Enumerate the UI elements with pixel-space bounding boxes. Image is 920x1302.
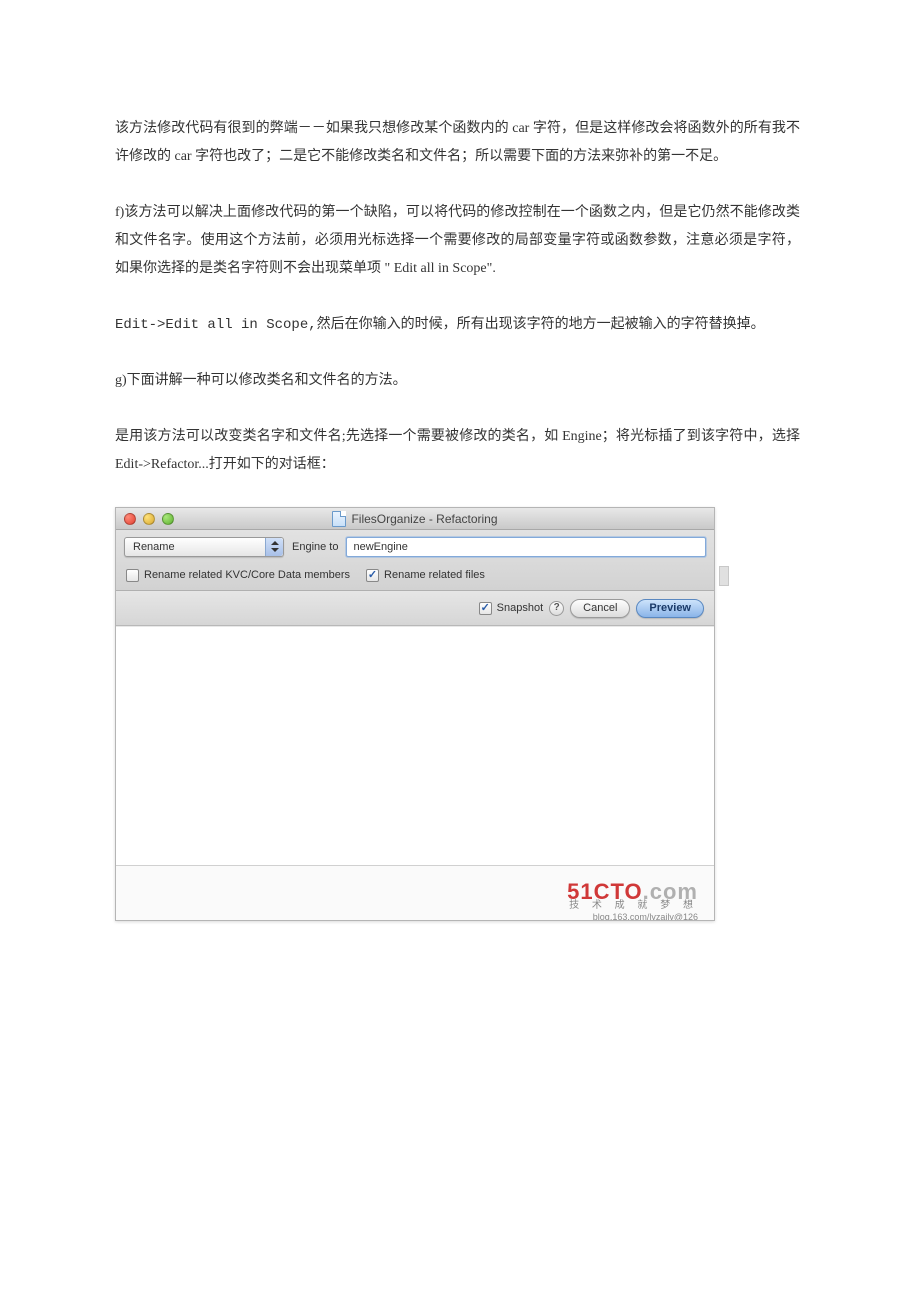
- refactor-toolbar: Rename Engine to Rename related KVC/Core…: [116, 530, 714, 591]
- window-title: FilesOrganize - Refactoring: [116, 507, 714, 531]
- cancel-button[interactable]: Cancel: [570, 599, 630, 618]
- results-area: [116, 626, 714, 866]
- window-title-text: FilesOrganize - Refactoring: [351, 507, 497, 531]
- dropdown-selected-label: Rename: [133, 536, 175, 558]
- checkbox-files-label: Rename related files: [384, 564, 485, 586]
- clipped-edge: [719, 566, 729, 586]
- rename-files-checkbox[interactable]: Rename related files: [366, 564, 485, 586]
- snapshot-label: Snapshot: [497, 597, 543, 619]
- new-name-input[interactable]: [346, 537, 706, 557]
- action-bar: Snapshot ? Cancel Preview: [116, 591, 714, 626]
- rename-kvc-checkbox[interactable]: Rename related KVC/Core Data members: [126, 564, 350, 586]
- toolbar-row-main: Rename Engine to: [124, 536, 706, 558]
- checkbox-kvc-label: Rename related KVC/Core Data members: [144, 564, 350, 586]
- checkbox-checked-icon: [366, 569, 379, 582]
- close-icon[interactable]: [124, 513, 136, 525]
- checkbox-icon: [126, 569, 139, 582]
- paragraph-5: 是用该方法可以改变类名字和文件名;先选择一个需要被修改的类名，如 Engine；…: [115, 423, 800, 479]
- paragraph-1: 该方法修改代码有很到的弊端－－如果我只想修改某个函数内的 car 字符，但是这样…: [115, 115, 800, 171]
- window-titlebar: FilesOrganize - Refactoring: [116, 508, 714, 530]
- refactor-type-dropdown[interactable]: Rename: [124, 537, 284, 557]
- toolbar-row-options: Rename related KVC/Core Data members Ren…: [124, 564, 706, 586]
- checkbox-checked-icon: [479, 602, 492, 615]
- paragraph-2: f)该方法可以解决上面修改代码的第一个缺陷，可以将代码的修改控制在一个函数之内，…: [115, 199, 800, 283]
- help-icon[interactable]: ?: [549, 601, 564, 616]
- minimize-icon[interactable]: [143, 513, 155, 525]
- snapshot-checkbox[interactable]: Snapshot: [479, 597, 543, 619]
- refactoring-dialog: FilesOrganize - Refactoring Rename Engin…: [115, 507, 715, 921]
- paragraph-3: Edit->Edit all in Scope,然后在你输入的时候，所有出现该字…: [115, 311, 800, 339]
- paragraph-4: g)下面讲解一种可以修改类名和文件名的方法。: [115, 367, 800, 395]
- engine-to-label: Engine to: [292, 536, 338, 558]
- zoom-icon[interactable]: [162, 513, 174, 525]
- watermark-footer: 51CTO.com 技 术 成 就 梦 想 blog.163.com/lyzai…: [116, 866, 714, 920]
- watermark-blog: blog.163.com/lyzaily@126: [593, 908, 698, 920]
- dropdown-handle-icon: [265, 538, 283, 556]
- traffic-lights: [116, 513, 174, 525]
- preview-button[interactable]: Preview: [636, 599, 704, 618]
- document-icon: [332, 511, 346, 527]
